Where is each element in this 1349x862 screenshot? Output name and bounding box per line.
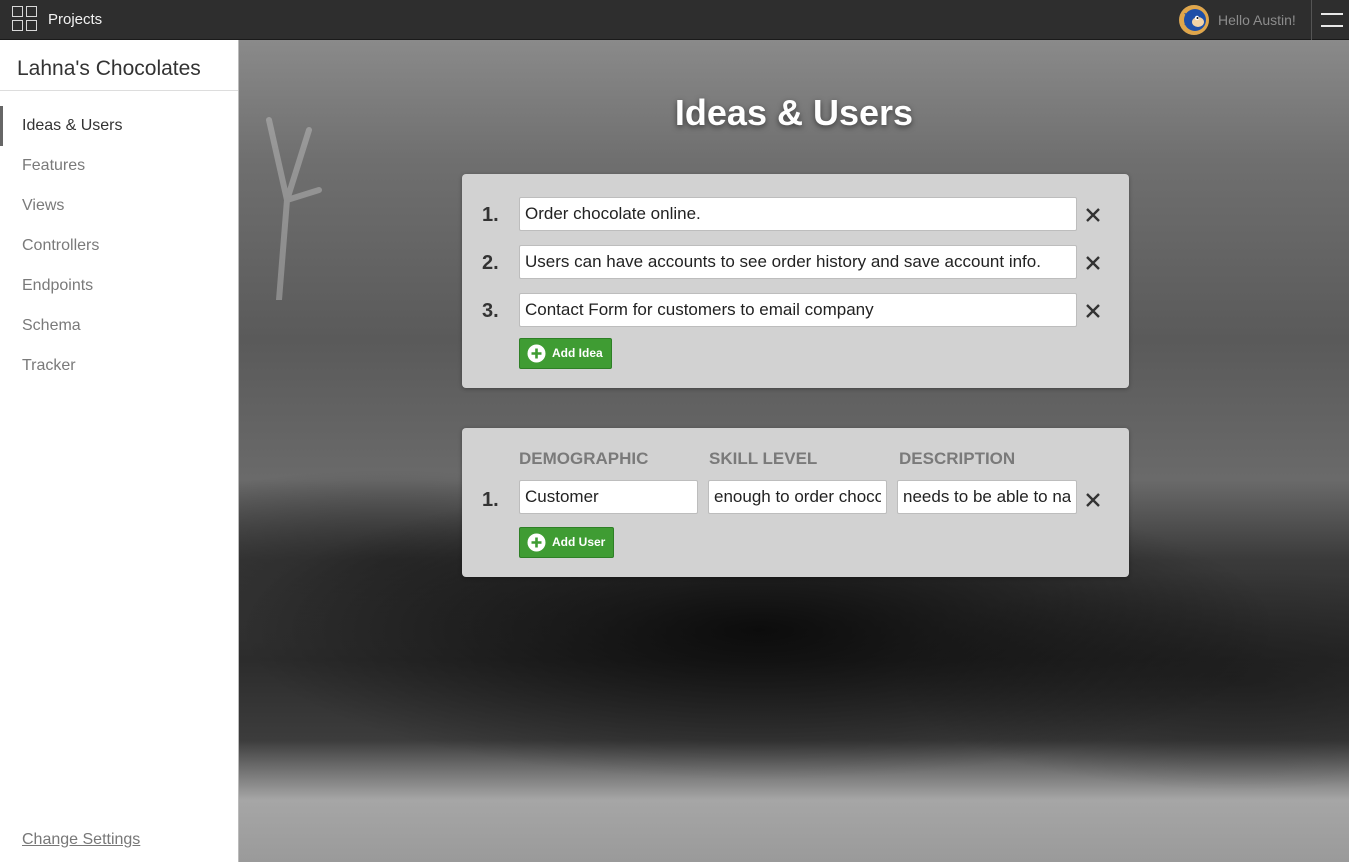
column-header-skill-level: SKILL LEVEL [709, 449, 818, 468]
user-greeting: Hello Austin! [1218, 12, 1296, 28]
idea-number: 2. [482, 252, 499, 274]
description-input[interactable] [897, 480, 1077, 514]
sidebar-item-features[interactable]: Features [0, 146, 238, 186]
grid-icon[interactable] [12, 6, 38, 32]
add-user-button[interactable]: Add User [519, 527, 615, 558]
add-idea-label: Add Idea [552, 346, 603, 360]
sidebar-item-views[interactable]: Views [0, 186, 238, 226]
sidebar-item-controllers[interactable]: Controllers [0, 226, 238, 266]
skill-level-input[interactable] [708, 480, 887, 514]
idea-input[interactable] [519, 197, 1077, 231]
projects-link[interactable]: Projects [48, 11, 102, 28]
sidebar-item-endpoints[interactable]: Endpoints [0, 266, 238, 306]
plus-circle-icon [527, 533, 546, 552]
users-card: DEMOGRAPHIC SKILL LEVEL DESCRIPTION 1. A… [462, 428, 1129, 577]
page-title: Ideas & Users [674, 92, 914, 133]
add-user-label: Add User [552, 535, 606, 549]
project-name: Lahna's Chocolates [17, 57, 201, 80]
avatar[interactable] [1179, 5, 1209, 35]
sidebar: Lahna's Chocolates Ideas & Users Feature… [0, 40, 239, 862]
close-icon[interactable] [1082, 300, 1104, 322]
menu-divider [1311, 0, 1312, 40]
idea-input[interactable] [519, 293, 1077, 327]
idea-number: 1. [482, 204, 499, 226]
idea-number: 3. [482, 300, 499, 322]
top-bar: Projects Hello Austin! [0, 0, 1349, 40]
add-idea-button[interactable]: Add Idea [519, 338, 612, 369]
column-header-description: DESCRIPTION [899, 449, 1016, 468]
hamburger-menu-icon[interactable] [1321, 11, 1343, 29]
ideas-card: 1. 2. 3. Add Idea [462, 174, 1129, 388]
sidebar-divider [0, 90, 238, 91]
close-icon[interactable] [1082, 489, 1104, 511]
sidebar-item-tracker[interactable]: Tracker [0, 346, 238, 386]
column-header-demographic: DEMOGRAPHIC [519, 449, 649, 468]
change-settings-link[interactable]: Change Settings [22, 831, 140, 849]
demographic-input[interactable] [519, 480, 698, 514]
sidebar-item-ideas-users[interactable]: Ideas & Users [0, 106, 238, 146]
user-number: 1. [482, 489, 499, 511]
plus-circle-icon [527, 344, 546, 363]
idea-input[interactable] [519, 245, 1077, 279]
close-icon[interactable] [1082, 204, 1104, 226]
sidebar-item-schema[interactable]: Schema [0, 306, 238, 346]
close-icon[interactable] [1082, 252, 1104, 274]
